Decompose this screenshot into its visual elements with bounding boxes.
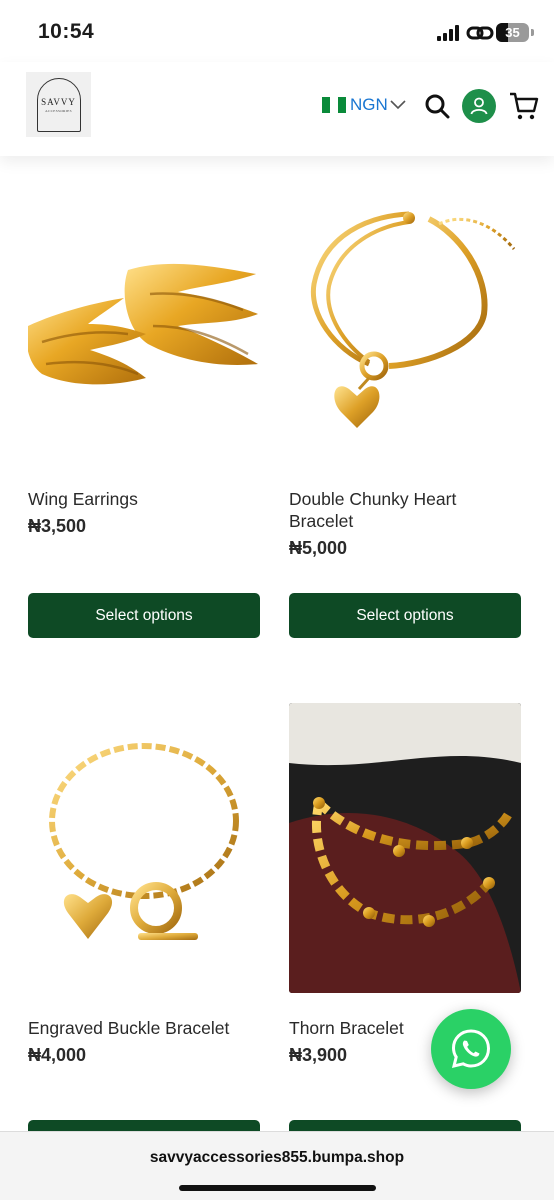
logo-name: SAVVY [41, 96, 76, 107]
product-image-double-chunky-heart-bracelet[interactable] [289, 174, 521, 464]
browser-url-bar[interactable]: savvyaccessories855.bumpa.shop [0, 1131, 554, 1200]
logo-subtitle: ACCESSORIES [45, 108, 72, 113]
select-options-button[interactable]: Select options [289, 593, 521, 638]
product-name[interactable]: Engraved Buckle Bracelet [28, 1017, 260, 1039]
product-card[interactable]: Double Chunky Heart Bracelet ₦5,000 Sele… [289, 174, 521, 644]
product-name[interactable]: Wing Earrings [28, 488, 260, 510]
status-time: 10:54 [38, 20, 95, 43]
product-image-wing-earrings[interactable] [28, 174, 260, 464]
battery-nub [531, 29, 534, 36]
currency-code: NGN [350, 95, 388, 114]
cart-icon[interactable] [509, 91, 539, 121]
user-icon [470, 97, 488, 115]
logo-arch: SAVVY ACCESSORIES [36, 77, 81, 132]
chevron-down-icon [390, 100, 406, 110]
product-card[interactable]: Engraved Buckle Bracelet ₦4,000 Select o… [28, 703, 260, 1165]
nigeria-flag-icon [322, 97, 346, 113]
account-button[interactable] [462, 89, 496, 123]
site-header: SAVVY ACCESSORIES NGN [0, 62, 554, 156]
product-image-engraved-buckle-bracelet[interactable] [28, 703, 260, 993]
select-options-button[interactable]: Select options [28, 593, 260, 638]
battery-icon: 35 [496, 23, 529, 42]
status-bar: 10:54 35 [0, 0, 554, 62]
product-card[interactable]: Wing Earrings ₦3,500 Select options [28, 174, 260, 644]
battery-level: 35 [505, 25, 520, 40]
cellular-signal-icon [437, 25, 461, 41]
whatsapp-chat-button[interactable] [431, 1009, 511, 1089]
url-text[interactable]: savvyaccessories855.bumpa.shop [0, 1149, 554, 1167]
product-price: ₦3,500 [28, 516, 87, 536]
product-name[interactable]: Double Chunky Heart Bracelet [289, 488, 521, 532]
hotspot-link-icon [466, 26, 494, 40]
store-logo[interactable]: SAVVY ACCESSORIES [26, 72, 91, 137]
whatsapp-icon [451, 1029, 491, 1069]
product-price: ₦5,000 [289, 538, 348, 558]
home-indicator[interactable] [179, 1185, 376, 1191]
product-price: ₦4,000 [28, 1045, 87, 1065]
currency-selector[interactable]: NGN [322, 94, 406, 116]
product-image-thorn-bracelet[interactable] [289, 703, 521, 993]
search-icon[interactable] [424, 93, 450, 119]
